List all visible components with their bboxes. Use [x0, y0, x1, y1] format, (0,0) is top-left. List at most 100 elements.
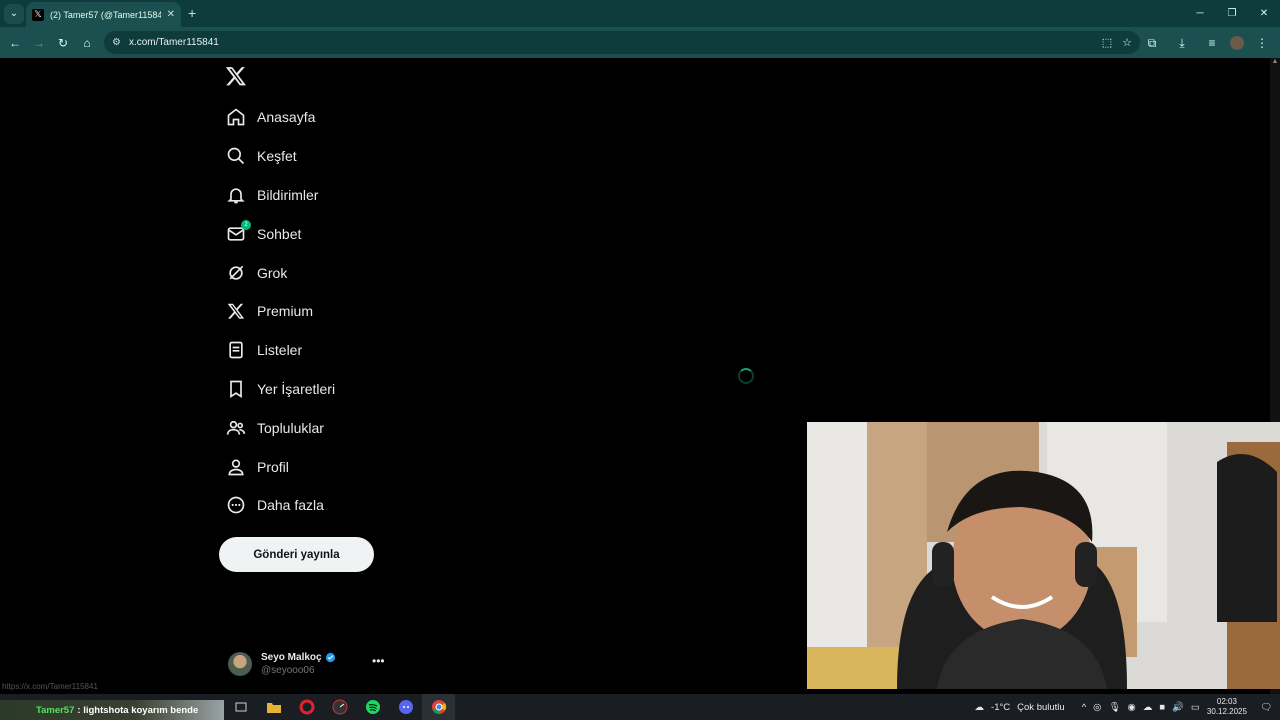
bell-icon: [225, 184, 247, 206]
tray-app-icon[interactable]: ◎: [1093, 702, 1101, 713]
nav-item-bookmarks[interactable]: Yer İşaretleri: [225, 370, 335, 409]
tab-search-button[interactable]: ⌄: [4, 3, 24, 24]
nav-label: Keşfet: [257, 148, 297, 165]
verified-badge-icon: [325, 652, 335, 663]
home-button[interactable]: ⌂: [75, 31, 99, 55]
volume-icon[interactable]: 🔊: [1172, 702, 1184, 713]
nav-item-profile[interactable]: Profil: [225, 447, 335, 486]
nav-label: Listeler: [257, 342, 303, 359]
account-name: Seyo Malkoç: [261, 652, 322, 663]
speedometer-icon[interactable]: [323, 694, 356, 720]
weather-desc: Çok bulutlu: [1017, 701, 1065, 713]
browser-tabstrip: ⌄ 𝕏 (2) Tamer57 (@Tamer115841) / ✕ + ─ ❐…: [0, 0, 1280, 27]
nav-item-notifications[interactable]: Bildirimler: [225, 176, 335, 215]
microphone-icon[interactable]: 🎙: [1108, 702, 1120, 713]
loading-spinner: [738, 368, 754, 384]
person-icon: [225, 456, 247, 478]
nav-item-messages[interactable]: 2 Sohbet: [225, 214, 335, 253]
window-controls: ─ ❐ ✕: [1184, 0, 1280, 27]
tab-title: (2) Tamer57 (@Tamer115841) /: [50, 9, 161, 20]
nav-label: Profil: [257, 458, 289, 475]
download-icon[interactable]: ⤓: [1170, 31, 1194, 55]
more-circle-icon: [225, 494, 247, 516]
account-avatar: [228, 652, 252, 676]
profile-avatar[interactable]: [1230, 36, 1244, 50]
spotify-icon[interactable]: [356, 694, 389, 720]
scroll-up-icon[interactable]: ▲: [1270, 58, 1280, 68]
system-tray: ☁ -1°C Çok bulutlu ^ ◎ 🎙 ◉ ☁ ■ 🔊 ▭ 02:03…: [975, 694, 1280, 720]
extensions-icon[interactable]: ⧉: [1140, 31, 1164, 55]
weather-icon[interactable]: ☁: [975, 702, 985, 713]
restore-button[interactable]: ❐: [1216, 0, 1248, 27]
tray-discord-icon[interactable]: ◉: [1128, 702, 1136, 713]
file-explorer-icon[interactable]: [257, 694, 290, 720]
nav-label: Grok: [257, 264, 288, 281]
nav-item-grok[interactable]: Grok: [225, 253, 335, 292]
list-icon: [225, 339, 247, 361]
address-bar[interactable]: ⚙ x.com/Tamer115841 ⬚ ☆: [104, 31, 1140, 54]
chat-message: : lightshota koyarım bende: [77, 704, 199, 716]
mail-icon: 2: [225, 219, 251, 245]
x-logo-icon: [225, 300, 247, 322]
nav-label: Yer İşaretleri: [257, 380, 336, 397]
install-app-icon[interactable]: ⬚: [1102, 36, 1112, 49]
x-favicon-icon: 𝕏: [32, 8, 44, 21]
nav-item-lists[interactable]: Listeler: [225, 331, 335, 370]
bookmark-icon: [225, 378, 247, 400]
webcam-image: [807, 422, 1280, 689]
nav-item-explore[interactable]: Keşfet: [225, 137, 335, 176]
address-url: x.com/Tamer115841: [128, 37, 219, 48]
messages-badge: 2: [241, 219, 251, 230]
media-control-icon[interactable]: ≡: [1200, 31, 1224, 55]
window-close-button[interactable]: ✕: [1248, 0, 1280, 27]
stream-chat-overlay: Tamer57 : lightshota koyarım bende: [0, 700, 224, 720]
nav-label: Daha fazla: [257, 497, 324, 514]
account-handle: @seyooo06: [261, 665, 315, 676]
toolbar-right: ⧉ ⤓ ≡ ⋮: [1140, 31, 1274, 55]
chat-user: Tamer57: [36, 704, 75, 716]
account-more-icon[interactable]: •••: [372, 654, 385, 668]
tab-close-icon[interactable]: ✕: [167, 9, 175, 20]
nav-label: Anasayfa: [257, 109, 316, 126]
tray-expand-icon[interactable]: ^: [1082, 702, 1086, 713]
notifications-icon[interactable]: 🗨: [1260, 702, 1272, 713]
nav-label: Topluluklar: [257, 419, 324, 436]
browser-toolbar: ← → ↻ ⌂ ⚙ x.com/Tamer115841 ⬚ ☆ ⧉ ⤓ ≡ ⋮: [0, 27, 1280, 58]
opera-icon[interactable]: [290, 694, 323, 720]
reload-button[interactable]: ↻: [51, 31, 75, 55]
post-button[interactable]: Gönderi yayınla: [219, 537, 374, 572]
nav-item-communities[interactable]: Topluluklar: [225, 408, 335, 447]
search-icon: [225, 145, 247, 167]
forward-button[interactable]: →: [27, 31, 51, 55]
tray-app-red-icon[interactable]: ■: [1159, 702, 1165, 713]
x-logo-icon[interactable]: [225, 65, 247, 87]
account-switcher[interactable]: Seyo Malkoç @seyooo06 •••: [228, 649, 388, 679]
nav-item-home[interactable]: Anasayfa: [225, 98, 335, 137]
discord-icon[interactable]: [389, 694, 422, 720]
nav-label: Bildirimler: [257, 186, 319, 203]
menu-kebab-icon[interactable]: ⋮: [1250, 31, 1274, 55]
nav-item-more[interactable]: Daha fazla: [225, 486, 335, 525]
bookmark-star-icon[interactable]: ☆: [1122, 36, 1132, 49]
sidebar-nav: Anasayfa Keşfet Bildirimler 2 Sohbet Gro…: [225, 98, 335, 525]
webcam-overlay: [807, 422, 1280, 689]
nav-item-premium[interactable]: Premium: [225, 292, 335, 331]
account-name-row: Seyo Malkoç: [261, 652, 336, 663]
back-button[interactable]: ←: [3, 31, 27, 55]
network-icon[interactable]: ▭: [1191, 702, 1200, 713]
nav-label: Sohbet: [257, 225, 302, 242]
site-info-icon[interactable]: ⚙: [112, 37, 121, 48]
browser-tab[interactable]: 𝕏 (2) Tamer57 (@Tamer115841) / ✕: [26, 2, 181, 27]
chrome-icon[interactable]: [422, 694, 455, 720]
clock-time: 02:03: [1216, 697, 1237, 706]
omnibox-actions: ⬚ ☆: [1102, 31, 1132, 54]
task-view-icon[interactable]: [224, 694, 257, 720]
onedrive-icon[interactable]: ☁: [1143, 702, 1153, 713]
people-icon: [225, 417, 247, 439]
new-tab-button[interactable]: +: [188, 5, 196, 21]
clock-date: 30.12.2025: [1206, 707, 1247, 716]
clock[interactable]: 02:03 30.12.2025: [1207, 697, 1247, 717]
minimize-button[interactable]: ─: [1184, 0, 1216, 27]
status-url: https://x.com/Tamer115841: [2, 682, 98, 691]
nav-label: Premium: [257, 303, 314, 320]
